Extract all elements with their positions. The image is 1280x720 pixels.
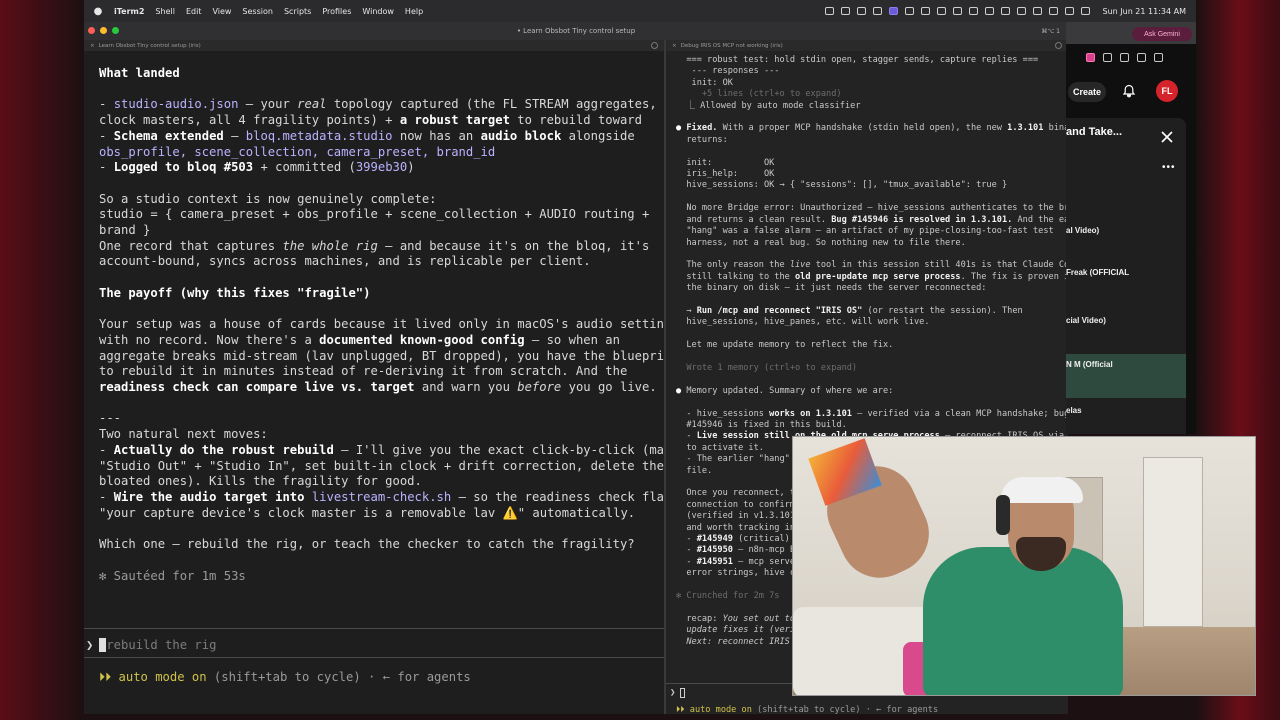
left-terminal-pane[interactable]: × Learn Obsbot Tiny control setup (iris)… bbox=[84, 40, 664, 714]
calendar-icon[interactable] bbox=[904, 7, 914, 15]
playlist-title: and Take... bbox=[1066, 126, 1123, 138]
auto-mode-label: auto mode on bbox=[689, 705, 752, 714]
input-bottom-separator bbox=[84, 657, 664, 658]
playlist-item[interactable]: Freak (OFFICIAL bbox=[1066, 268, 1129, 277]
webcam-person-cap bbox=[1001, 477, 1083, 503]
volume-icon[interactable] bbox=[1000, 7, 1010, 15]
zoom-window-icon[interactable] bbox=[112, 27, 119, 34]
avatar-initials: FL bbox=[1161, 86, 1173, 96]
input-top-separator bbox=[84, 628, 664, 629]
pane-toggle-icon[interactable] bbox=[651, 42, 658, 49]
menu-edit[interactable]: Edit bbox=[186, 7, 202, 16]
battery-icon[interactable] bbox=[824, 7, 834, 15]
playlist-item[interactable]: N M (Official bbox=[1066, 360, 1113, 369]
extension-icon[interactable] bbox=[1086, 52, 1095, 62]
menu-shell[interactable]: Shell bbox=[155, 7, 175, 16]
menu-window[interactable]: Window bbox=[362, 7, 394, 16]
status-tray: Sun Jun 21 11:34 AM bbox=[824, 7, 1187, 16]
right-prompt-input[interactable]: ❯ bbox=[670, 688, 686, 698]
display-icon[interactable] bbox=[936, 7, 946, 15]
playlist-item[interactable]: al Video) bbox=[1066, 226, 1099, 235]
user-icon[interactable] bbox=[1080, 7, 1090, 15]
menu-clock[interactable]: Sun Jun 21 11:34 AM bbox=[1103, 7, 1187, 16]
right-auto-mode-status: ⏵⏵ auto mode on (shift+tab to cycle) · ←… bbox=[676, 705, 939, 714]
control-icon[interactable] bbox=[1016, 7, 1026, 15]
notifications-bell-icon[interactable] bbox=[1122, 84, 1136, 98]
browser-tab-strip: Ask Gemini bbox=[1066, 22, 1196, 44]
auto-mode-hint: (shift+tab to cycle) · ← for agents bbox=[206, 670, 471, 684]
ask-gemini-button[interactable]: Ask Gemini bbox=[1132, 27, 1192, 41]
menu-session[interactable]: Session bbox=[242, 7, 273, 16]
window-icon[interactable] bbox=[952, 7, 962, 15]
close-tab-icon[interactable]: × bbox=[90, 43, 95, 49]
create-label: Create bbox=[1072, 87, 1101, 97]
extension-icon[interactable] bbox=[1120, 52, 1129, 62]
youtube-browser-window: Ask Gemini Create FL and Take... ••• al … bbox=[1066, 22, 1196, 434]
traffic-lights bbox=[88, 27, 119, 34]
browser-toolbar bbox=[1066, 48, 1196, 66]
left-terminal-output: What landed - studio-audio.json — your r… bbox=[99, 66, 664, 583]
prompt-chevron-icon: ❯ bbox=[86, 638, 94, 652]
left-auto-mode-status: ⏵⏵ auto mode on (shift+tab to cycle) · ←… bbox=[99, 670, 471, 684]
more-options-icon[interactable]: ••• bbox=[1162, 162, 1176, 173]
window-title: • Learn Obsbot Tiny control setup bbox=[516, 27, 636, 35]
pane-toggle-icon[interactable] bbox=[1055, 42, 1062, 49]
link-icon[interactable] bbox=[856, 7, 866, 15]
webcam-door bbox=[1143, 457, 1203, 627]
menu-view[interactable]: View bbox=[212, 7, 231, 16]
text-cursor bbox=[99, 638, 107, 652]
grid-icon[interactable] bbox=[872, 7, 882, 15]
close-window-icon[interactable] bbox=[88, 27, 95, 34]
webcam-person-shirt bbox=[923, 547, 1123, 695]
prompt-chevron-icon: ❯ bbox=[670, 688, 676, 698]
bluetooth-icon[interactable] bbox=[1032, 7, 1042, 15]
webcam-headset bbox=[996, 495, 1010, 535]
minimize-window-icon[interactable] bbox=[100, 27, 107, 34]
prompt-placeholder: rebuild the rig bbox=[106, 638, 217, 652]
wifi-icon[interactable] bbox=[1048, 7, 1058, 15]
apple-icon[interactable]: ● bbox=[92, 5, 104, 17]
menu-profiles[interactable]: Profiles bbox=[322, 7, 351, 16]
close-tab-icon[interactable]: × bbox=[672, 43, 677, 49]
window-titlebar: • Learn Obsbot Tiny control setup ⌘⌥ 1 bbox=[84, 22, 1068, 40]
window-shortcut: ⌘⌥ 1 bbox=[1041, 27, 1060, 35]
auto-mode-hint: (shift+tab to cycle) · ← for agents bbox=[751, 705, 939, 714]
menu-bar: ● iTerm2 Shell Edit View Session Scripts… bbox=[84, 0, 1196, 22]
menu-app-name[interactable]: iTerm2 bbox=[114, 7, 144, 16]
extension-icon[interactable] bbox=[1103, 52, 1112, 62]
left-prompt-input[interactable]: ❯ rebuild the rig bbox=[86, 638, 216, 652]
auto-mode-label: auto mode on bbox=[118, 670, 207, 684]
extension-icon[interactable] bbox=[1154, 52, 1163, 62]
copy-icon[interactable] bbox=[968, 7, 978, 15]
playlist-item[interactable]: cial Video) bbox=[1066, 316, 1106, 325]
menu-scripts[interactable]: Scripts bbox=[284, 7, 311, 16]
left-pane-tab-title: Learn Obsbot Tiny control setup (iris) bbox=[98, 42, 201, 49]
grid-menu-icon[interactable] bbox=[920, 7, 930, 15]
left-pane-tab[interactable]: × Learn Obsbot Tiny control setup (iris) bbox=[84, 40, 664, 51]
create-button[interactable]: Create bbox=[1068, 82, 1106, 102]
menu-help[interactable]: Help bbox=[405, 7, 423, 16]
messages-icon[interactable] bbox=[984, 7, 994, 15]
close-icon[interactable] bbox=[1160, 130, 1174, 144]
playlist-panel: and Take... ••• al Video) Freak (OFFICIA… bbox=[1066, 118, 1186, 434]
right-pane-tab-title: Debug IRIS OS MCP not working (iris) bbox=[680, 42, 783, 49]
folder-icon[interactable] bbox=[840, 7, 850, 15]
playlist-item[interactable]: elas bbox=[1066, 406, 1082, 415]
search-icon[interactable] bbox=[1064, 7, 1074, 15]
avatar[interactable]: FL bbox=[1156, 80, 1178, 102]
youtube-header: Create FL bbox=[1066, 78, 1196, 104]
right-pane-tab[interactable]: × Debug IRIS OS MCP not working (iris) bbox=[666, 40, 1068, 51]
screen-share-icon[interactable] bbox=[888, 7, 898, 15]
extension-icon[interactable] bbox=[1137, 52, 1146, 62]
webcam-overlay bbox=[792, 436, 1256, 696]
text-cursor bbox=[680, 688, 686, 698]
gemini-label: Ask Gemini bbox=[1144, 30, 1180, 38]
